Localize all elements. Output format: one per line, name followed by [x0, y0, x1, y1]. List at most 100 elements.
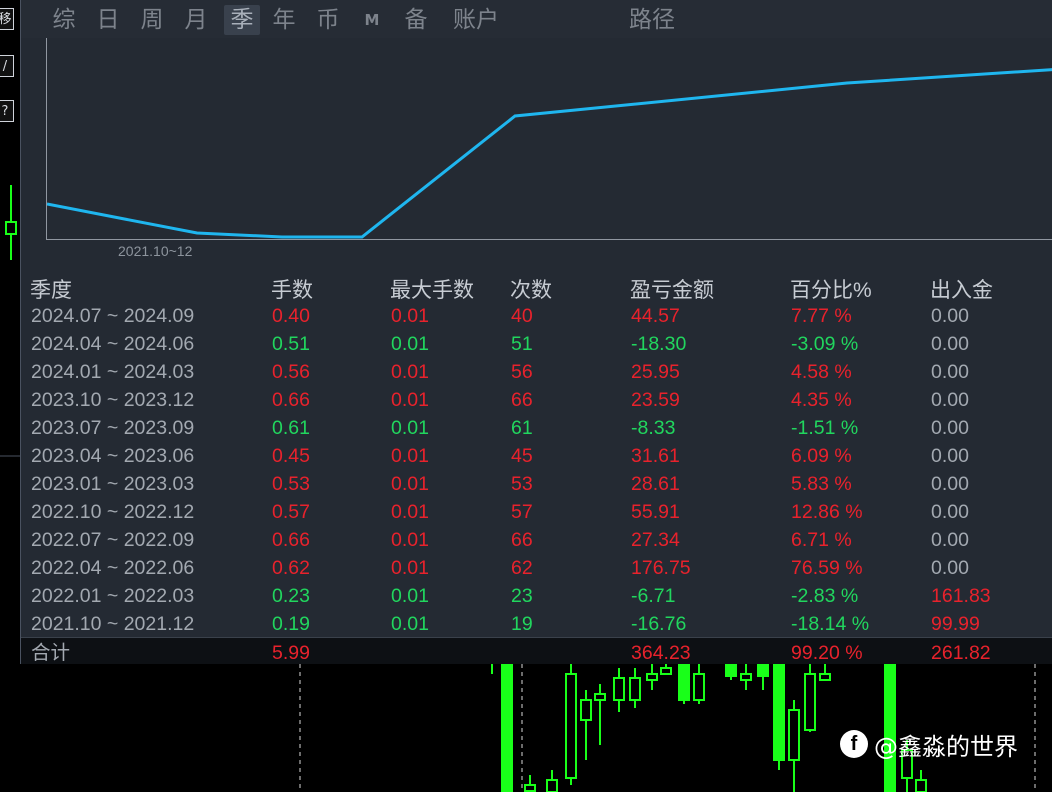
- cell-count: 40: [511, 305, 533, 327]
- cell-max-lots: 0.01: [391, 445, 429, 467]
- candle-body: [693, 673, 705, 701]
- tab-day[interactable]: 日: [91, 5, 125, 35]
- cell-pnl: -16.76: [631, 613, 687, 635]
- cell-lots: 0.40: [272, 305, 310, 327]
- cell-max-lots: 0.01: [391, 501, 429, 523]
- cell-percent: 5.83 %: [791, 473, 852, 495]
- tab-m[interactable]: M: [355, 5, 389, 35]
- cell-pnl: 176.75: [631, 557, 691, 579]
- cell-max-lots: 0.01: [391, 305, 429, 327]
- cell-quarter: 2021.10 ~ 2021.12: [31, 613, 195, 635]
- cell-deposit: 0.00: [931, 389, 969, 411]
- cell-max-lots: 0.01: [391, 361, 429, 383]
- cell-percent: -3.09 %: [791, 333, 859, 355]
- cell-quarter: 2023.07 ~ 2023.09: [31, 417, 195, 439]
- cell-lots: 0.57: [272, 501, 310, 523]
- chart-tool-button-2[interactable]: /: [0, 55, 14, 77]
- header-deposit[interactable]: 出入金: [930, 274, 993, 304]
- header-lots[interactable]: 手数: [271, 274, 313, 304]
- chart-tool-button-3[interactable]: ?: [0, 100, 14, 122]
- header-max-lots[interactable]: 最大手数: [390, 274, 474, 304]
- total-row: 合计 5.99 364.23 99.20 % 261.82: [21, 637, 1052, 664]
- cell-lots: 0.51: [272, 333, 310, 355]
- cell-quarter: 2024.07 ~ 2024.09: [31, 305, 195, 327]
- tab-quarter[interactable]: 季: [224, 5, 260, 35]
- table-row[interactable]: 2023.04 ~ 2023.06 0.45 0.01 45 31.61 6.09 % 0.…: [21, 442, 1052, 470]
- candle-body: [613, 677, 625, 701]
- tab-account[interactable]: 账户: [449, 5, 503, 35]
- table-row[interactable]: 2024.07 ~ 2024.09 0.40 0.01 40 44.57 7.77 % 0.…: [21, 302, 1052, 330]
- cell-pnl: -8.33: [631, 417, 676, 439]
- cell-quarter: 2022.07 ~ 2022.09: [31, 529, 195, 551]
- candle-body: [740, 673, 752, 681]
- cell-deposit: 99.99: [931, 613, 980, 635]
- cell-pnl: 55.91: [631, 501, 680, 523]
- table-row[interactable]: 2023.10 ~ 2023.12 0.66 0.01 66 23.59 4.35 % 0.…: [21, 386, 1052, 414]
- tab-month[interactable]: 月: [179, 5, 213, 35]
- cell-quarter: 2022.10 ~ 2022.12: [31, 501, 195, 523]
- cell-deposit: 0.00: [931, 557, 969, 579]
- social-logo-icon: f: [840, 730, 868, 758]
- cell-count: 45: [511, 445, 533, 467]
- cell-quarter: 2023.10 ~ 2023.12: [31, 389, 195, 411]
- table-row[interactable]: 2024.01 ~ 2024.03 0.56 0.01 56 25.95 4.58 % 0.…: [21, 358, 1052, 386]
- cell-pnl: 31.61: [631, 445, 680, 467]
- candle-body: [594, 693, 606, 701]
- table-row[interactable]: 2024.04 ~ 2024.06 0.51 0.01 51 -18.30 -3.09 %…: [21, 330, 1052, 358]
- cell-deposit: 0.00: [931, 529, 969, 551]
- table-row[interactable]: 2022.10 ~ 2022.12 0.57 0.01 57 55.91 12.86 % 0…: [21, 498, 1052, 526]
- tab-year[interactable]: 年: [267, 5, 301, 35]
- table-row[interactable]: 2022.01 ~ 2022.03 0.23 0.01 23 -6.71 -2.83 % 1…: [21, 582, 1052, 610]
- table-row[interactable]: 2021.10 ~ 2021.12 0.19 0.01 19 -16.76 -18.14 …: [21, 610, 1052, 638]
- candle-body: [546, 779, 558, 792]
- tab-week[interactable]: 周: [135, 5, 169, 35]
- cell-max-lots: 0.01: [391, 417, 429, 439]
- header-percent[interactable]: 百分比%: [790, 274, 872, 304]
- table-row[interactable]: 2022.04 ~ 2022.06 0.62 0.01 62 176.75 76.59 %…: [21, 554, 1052, 582]
- cell-percent: 12.86 %: [791, 501, 863, 523]
- candle-body: [788, 709, 800, 761]
- cell-quarter: 2024.04 ~ 2024.06: [31, 333, 195, 355]
- cell-pnl: 25.95: [631, 361, 680, 383]
- tab-currency[interactable]: 币: [311, 5, 345, 35]
- cell-quarter: 2022.04 ~ 2022.06: [31, 557, 195, 579]
- total-lots: 5.99: [272, 642, 310, 664]
- tab-notes[interactable]: 备: [399, 5, 433, 35]
- chart-tool-button-1[interactable]: 移: [0, 8, 14, 30]
- tab-path[interactable]: 路径: [625, 5, 679, 35]
- cell-lots: 0.45: [272, 445, 310, 467]
- cell-max-lots: 0.01: [391, 613, 429, 635]
- cell-count: 51: [511, 333, 533, 355]
- candle-body: [725, 663, 737, 677]
- total-percent: 99.20 %: [791, 642, 863, 664]
- cell-percent: -2.83 %: [791, 585, 859, 607]
- cell-pnl: -18.30: [631, 333, 687, 355]
- cell-percent: 4.58 %: [791, 361, 852, 383]
- cell-max-lots: 0.01: [391, 529, 429, 551]
- candle-body: [629, 677, 641, 701]
- cell-count: 56: [511, 361, 533, 383]
- cell-percent: 76.59 %: [791, 557, 863, 579]
- table-row[interactable]: 2023.07 ~ 2023.09 0.61 0.01 61 -8.33 -1.51 % 0…: [21, 414, 1052, 442]
- watermark-text: @鑫淼的世界: [874, 732, 1018, 761]
- cell-pnl: 23.59: [631, 389, 680, 411]
- header-quarter[interactable]: 季度: [30, 274, 72, 304]
- candle-body: [5, 221, 17, 235]
- table-row[interactable]: 2023.01 ~ 2023.03 0.53 0.01 53 28.61 5.83 % 0.…: [21, 470, 1052, 498]
- cell-count: 62: [511, 557, 533, 579]
- cell-quarter: 2023.01 ~ 2023.03: [31, 473, 195, 495]
- tab-overview[interactable]: 综: [47, 5, 81, 35]
- cell-lots: 0.62: [272, 557, 310, 579]
- table-row[interactable]: 2022.07 ~ 2022.09 0.66 0.01 66 27.34 6.71 % 0.…: [21, 526, 1052, 554]
- candle-body: [757, 663, 769, 677]
- equity-curve-svg: [47, 68, 1052, 239]
- cell-count: 66: [511, 529, 533, 551]
- cell-count: 61: [511, 417, 533, 439]
- header-count[interactable]: 次数: [510, 274, 552, 304]
- cell-pnl: 28.61: [631, 473, 680, 495]
- cell-deposit: 0.00: [931, 445, 969, 467]
- header-pnl[interactable]: 盈亏金额: [630, 274, 714, 304]
- cell-pnl: -6.71: [631, 585, 676, 607]
- candle-body: [915, 779, 927, 792]
- cell-lots: 0.23: [272, 585, 310, 607]
